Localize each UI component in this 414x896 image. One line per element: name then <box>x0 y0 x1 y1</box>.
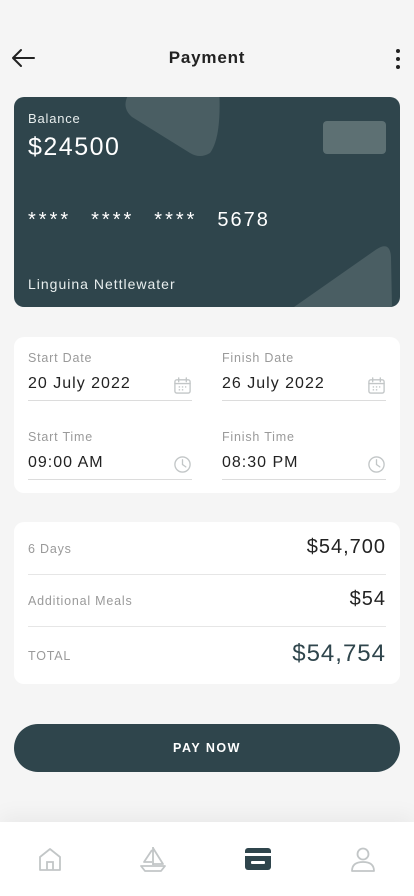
price-summary-panel: 6 Days $54,700 Additional Meals $54 TOTA… <box>14 522 400 684</box>
finish-date-value: 26 July 2022 <box>222 375 325 392</box>
profile-icon[interactable] <box>348 844 378 874</box>
payment-card[interactable]: Balance $24500 **** **** **** 5678 Lingu… <box>14 97 400 307</box>
finish-date-label: Finish Date <box>222 351 295 365</box>
calendar-icon[interactable] <box>367 376 386 395</box>
card-number-group: **** <box>154 209 198 231</box>
meals-amount: $54 <box>349 588 386 610</box>
start-time-label: Start Time <box>28 430 93 444</box>
finish-date-field[interactable]: Finish Date 26 July 2022 <box>222 351 386 401</box>
start-time-value: 09:00 AM <box>28 454 104 471</box>
meals-row: Additional Meals $54 <box>28 588 386 614</box>
finish-time-value: 08:30 PM <box>222 454 299 471</box>
booking-dates-panel: Start Date 20 July 2022 Finish Date 26 J… <box>14 337 400 493</box>
start-date-field[interactable]: Start Date 20 July 2022 <box>28 351 192 401</box>
start-time-input[interactable]: 09:00 AM <box>28 450 192 480</box>
finish-time-input[interactable]: 08:30 PM <box>222 450 386 480</box>
finish-time-field[interactable]: Finish Time 08:30 PM <box>222 430 386 480</box>
meals-label: Additional Meals <box>28 594 133 608</box>
calendar-icon[interactable] <box>173 376 192 395</box>
card-holder-name: Linguina Nettlewater <box>28 276 176 292</box>
card-number-group: **** <box>28 209 72 231</box>
balance-label: Balance <box>28 111 81 126</box>
pay-now-button[interactable]: PAY NOW <box>14 724 400 772</box>
card-number-group: **** <box>91 209 135 231</box>
total-label: TOTAL <box>28 649 72 663</box>
days-row: 6 Days $54,700 <box>28 536 386 562</box>
clock-icon[interactable] <box>173 455 192 474</box>
card-number: **** **** **** 5678 <box>28 209 270 232</box>
finish-time-label: Finish Time <box>222 430 295 444</box>
days-amount: $54,700 <box>306 536 386 558</box>
card-number-last4: 5678 <box>217 209 270 231</box>
start-date-input[interactable]: 20 July 2022 <box>28 371 192 401</box>
page-title: Payment <box>168 48 246 67</box>
divider <box>28 574 386 575</box>
total-amount: $54,754 <box>292 640 386 667</box>
clock-icon[interactable] <box>367 455 386 474</box>
card-chip <box>323 121 386 154</box>
total-row: TOTAL $54,754 <box>28 640 386 670</box>
divider <box>28 626 386 627</box>
boat-icon[interactable] <box>138 844 168 874</box>
more-options-icon[interactable] <box>390 46 406 72</box>
start-date-value: 20 July 2022 <box>28 375 131 392</box>
bottom-nav <box>0 822 414 896</box>
payment-card-icon[interactable] <box>243 844 273 874</box>
start-date-label: Start Date <box>28 351 93 365</box>
start-time-field[interactable]: Start Time 09:00 AM <box>28 430 192 480</box>
balance-amount: $24500 <box>28 133 121 161</box>
finish-date-input[interactable]: 26 July 2022 <box>222 371 386 401</box>
home-icon[interactable] <box>35 844 65 874</box>
app-header: Payment <box>0 38 414 78</box>
days-label: 6 Days <box>28 542 72 556</box>
